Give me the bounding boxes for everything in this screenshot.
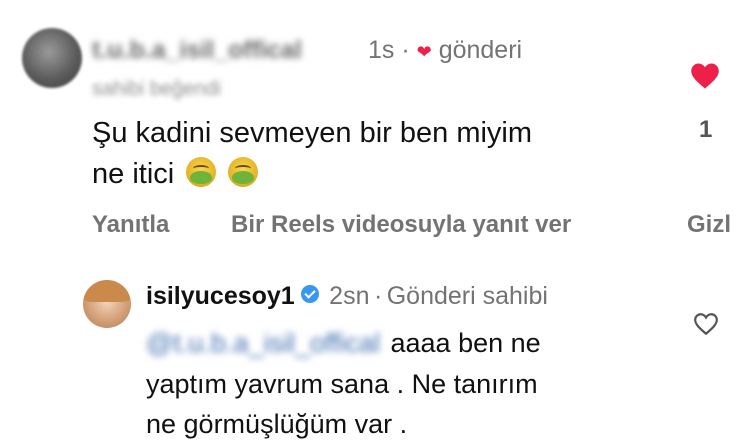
owner-liked-text: sahibi beğendi bbox=[92, 78, 221, 100]
comment-meta: 1s · ❤ gönderi bbox=[368, 36, 522, 65]
commenter-username[interactable]: t.u.b.a_isil_offical bbox=[92, 36, 302, 65]
owner-like-label: gönderi bbox=[438, 36, 523, 64]
heart-filled-icon[interactable] bbox=[690, 62, 720, 90]
reply-button[interactable]: Yanıtla bbox=[92, 211, 169, 239]
comment-text-line-1: Şu kadini sevmeyen bir ben miyim bbox=[92, 117, 533, 149]
reply-time: 2sn bbox=[329, 282, 370, 310]
comment-text-line-2: ne itici bbox=[92, 158, 175, 190]
comment-time: 1s bbox=[368, 36, 395, 64]
meta-separator: · bbox=[401, 36, 410, 64]
reply-text-line-3: ne görmüşlüğüm var . bbox=[146, 409, 408, 439]
like-count: 1 bbox=[699, 116, 713, 143]
reply-text-line-2: yaptım yavrum sana . Ne tanırım bbox=[146, 369, 538, 399]
reply-text-line-1-wrapper: @t.u.b.a_isil_offical aaaa ben ne bbox=[146, 323, 541, 363]
hide-button[interactable]: Gizl bbox=[687, 211, 731, 239]
comment-text-line-2-wrapper: ne itici bbox=[92, 155, 259, 193]
verified-badge-icon bbox=[300, 285, 319, 303]
nauseated-face-emoji-icon bbox=[186, 157, 217, 187]
reply-header: isilyucesoy1 2sn · Gönderi sahibi bbox=[146, 282, 548, 311]
nauseated-face-emoji-icon bbox=[228, 157, 259, 187]
owner-label: Gönderi sahibi bbox=[386, 282, 548, 310]
reply-username[interactable]: isilyucesoy1 bbox=[146, 282, 295, 310]
mention-link[interactable]: @t.u.b.a_isil_offical bbox=[146, 328, 380, 358]
reels-reply-button[interactable]: Bir Reels videosuyla yanıt ver bbox=[231, 211, 571, 239]
heart-filled-icon: ❤ bbox=[416, 42, 432, 62]
meta-separator: · bbox=[373, 282, 383, 310]
commenter-avatar[interactable] bbox=[22, 28, 82, 88]
reply-avatar[interactable] bbox=[83, 280, 131, 328]
heart-outline-icon[interactable] bbox=[693, 312, 719, 336]
reply-text-line-1: aaaa ben ne bbox=[390, 328, 541, 358]
